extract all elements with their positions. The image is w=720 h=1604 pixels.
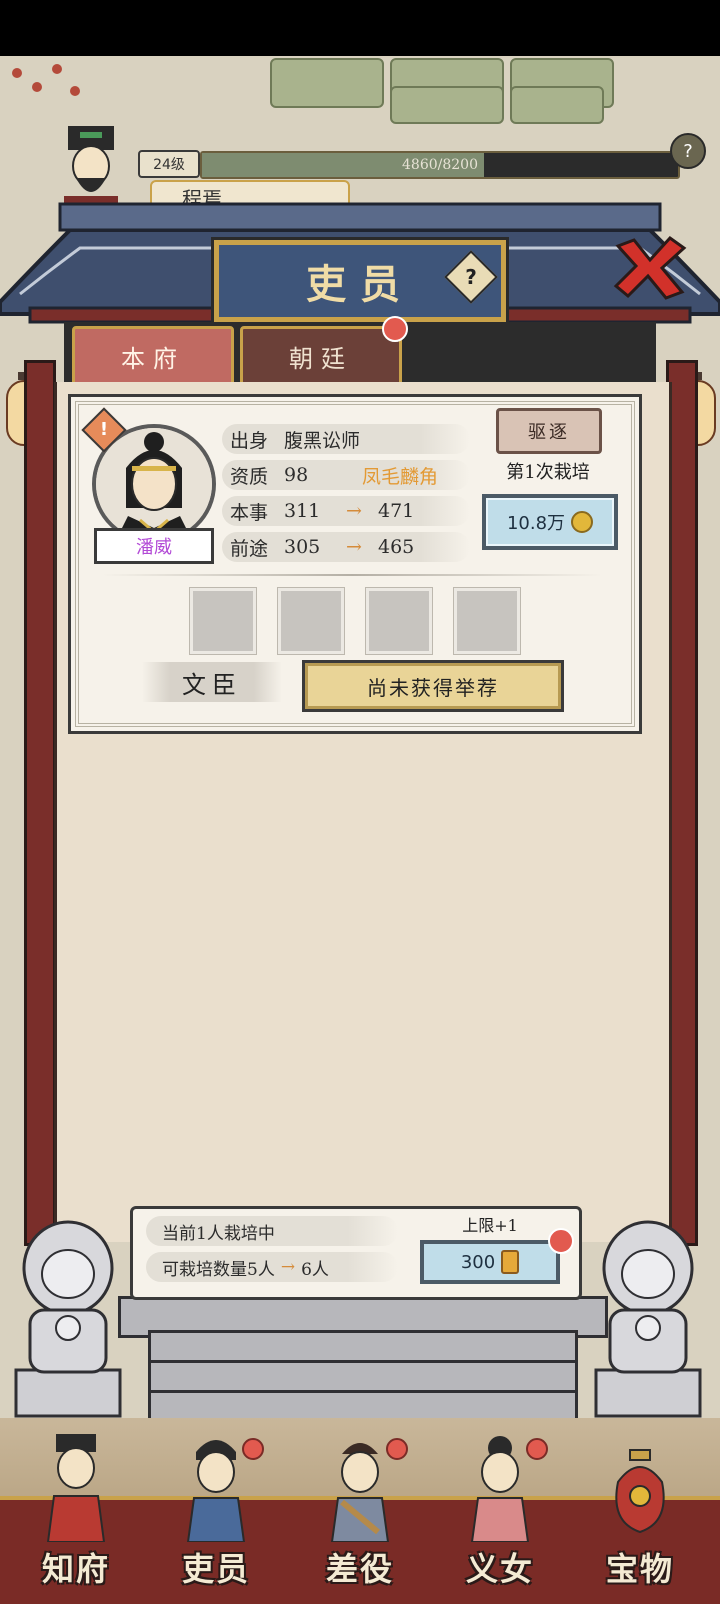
- stone-lion-right: [594, 1220, 702, 1418]
- notification-dot: [242, 1438, 264, 1460]
- rarity-tag: 凤毛麟角: [362, 465, 439, 488]
- stat-value: 98: [284, 464, 309, 486]
- nav-label: 宝物: [605, 1550, 674, 1588]
- stat-row-skill: 本事 311 → 471: [222, 496, 470, 526]
- nav-label: 知府: [41, 1550, 110, 1588]
- equipment-slot[interactable]: [278, 588, 344, 654]
- nav-item-treasure[interactable]: 宝物: [578, 1420, 702, 1598]
- nav-label: 差役: [325, 1550, 394, 1588]
- stat-label: 前途: [230, 537, 269, 560]
- coin-icon: [571, 511, 594, 533]
- nav-label: 吏员: [181, 1550, 250, 1588]
- exp-bar: 4860/8200: [200, 151, 680, 179]
- training-capacity: 可栽培数量5人 → 6人: [146, 1252, 398, 1282]
- arrow-right-icon: →: [346, 536, 362, 558]
- training-current-text: 当前1人栽培中: [162, 1223, 275, 1244]
- nav-item-prefect[interactable]: 知府: [14, 1420, 138, 1598]
- officer-icon: [186, 1440, 246, 1542]
- training-current: 当前1人栽培中: [146, 1216, 398, 1246]
- nav-item-officers[interactable]: 吏员: [154, 1420, 278, 1598]
- expel-button[interactable]: 驱逐: [496, 408, 602, 454]
- stat-label: 出身: [230, 429, 269, 452]
- close-button[interactable]: [612, 236, 688, 300]
- window-title: 吏员: [306, 261, 414, 308]
- recommend-button[interactable]: 尚未获得举荐: [302, 660, 564, 712]
- train-cost: 10.8万: [506, 513, 566, 534]
- officer-name: 潘威: [94, 528, 214, 564]
- nav-item-runners[interactable]: 差役: [298, 1420, 422, 1598]
- train-button[interactable]: 10.8万: [482, 494, 618, 550]
- stat-value: 311: [284, 500, 321, 522]
- stat-value: 腹黑讼师: [284, 429, 361, 452]
- player-level: 24级: [138, 150, 200, 178]
- tree-icon: [12, 68, 22, 78]
- notification-dot: [548, 1228, 574, 1254]
- help-icon[interactable]: ?: [670, 133, 706, 169]
- arrow-right-icon: →: [346, 500, 362, 522]
- stat-value: 305: [284, 536, 321, 558]
- daughter-icon: [470, 1436, 530, 1542]
- arrow-right-icon: →: [280, 1257, 296, 1277]
- stat-row-prospect: 前途 305 → 465: [222, 532, 470, 562]
- notification-dot: [526, 1438, 548, 1460]
- officer-type: 文臣: [142, 662, 282, 702]
- notification-dot: [382, 316, 408, 342]
- nav-item-adopted-daughter[interactable]: 义女: [438, 1420, 562, 1598]
- field-tile: [390, 86, 504, 124]
- tab-bar: 本府 朝廷: [64, 322, 656, 386]
- treasure-bag-icon: [615, 1449, 665, 1534]
- tree-icon: [70, 86, 80, 96]
- stat-next-value: 471: [378, 500, 415, 522]
- nav-label: 义女: [465, 1550, 534, 1588]
- training-capacity-next: 6人: [301, 1259, 329, 1280]
- limit-label: 上限+1: [462, 1216, 518, 1235]
- tab-court[interactable]: 朝廷: [240, 326, 402, 386]
- notification-dot: [386, 1438, 408, 1460]
- expand-cost: 300: [460, 1251, 496, 1273]
- officer-portrait-image: [96, 428, 212, 540]
- stone-lion-left: [14, 1220, 122, 1418]
- tree-icon: [52, 64, 62, 74]
- equipment-slot[interactable]: [454, 588, 520, 654]
- exp-text: 4860/8200: [402, 157, 478, 173]
- stat-next-value: 465: [378, 536, 415, 558]
- prefect-icon: [46, 1434, 106, 1542]
- tab-main-office[interactable]: 本府: [72, 326, 234, 386]
- tree-icon: [32, 82, 42, 92]
- equipment-slot[interactable]: [366, 588, 432, 654]
- stat-row-aptitude: 资质 98 凤毛麟角: [222, 460, 470, 490]
- runner-icon: [330, 1443, 390, 1542]
- train-count: 第1次栽培: [506, 462, 590, 483]
- field-tile: [510, 86, 604, 124]
- field-tile: [270, 58, 384, 108]
- token-icon: [501, 1250, 520, 1274]
- stat-label: 资质: [230, 465, 269, 488]
- pillar-left: [24, 360, 56, 1246]
- training-capacity-text: 可栽培数量5人: [162, 1259, 275, 1280]
- equipment-slot[interactable]: [190, 588, 256, 654]
- expand-capacity-button[interactable]: 300: [420, 1240, 560, 1284]
- divider: [102, 574, 602, 576]
- stat-label: 本事: [230, 501, 269, 524]
- stat-row-origin: 出身 腹黑讼师: [222, 424, 470, 454]
